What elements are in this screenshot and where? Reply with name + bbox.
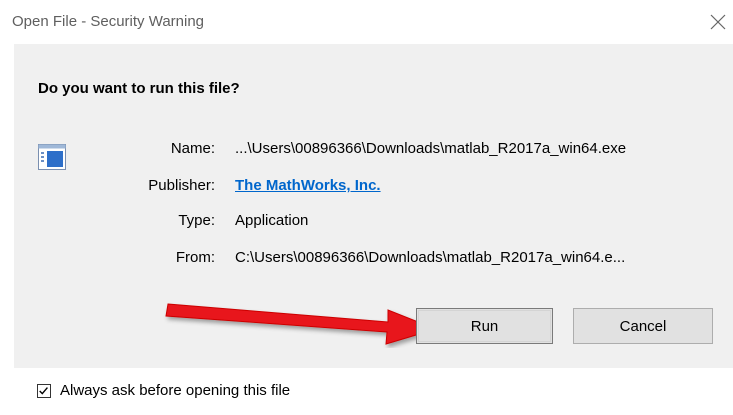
bottom-area: Always ask before opening this file — [0, 368, 733, 415]
type-label: Type: — [178, 212, 215, 229]
type-value: Application — [235, 212, 309, 229]
name-label: Name: — [170, 140, 215, 157]
dialog-content: Do you want to run this file? Name: ...\… — [14, 44, 733, 368]
publisher-label: Publisher: — [148, 177, 215, 194]
publisher-link[interactable]: The MathWorks, Inc. — [235, 177, 381, 194]
always-ask-checkbox[interactable] — [37, 384, 51, 398]
name-value: ...\Users\00896366\Downloads\matlab_R201… — [235, 140, 627, 157]
run-button[interactable]: Run — [416, 308, 553, 344]
dialog-question: Do you want to run this file? — [38, 80, 240, 97]
executable-file-icon — [38, 144, 66, 170]
red-arrow-annotation — [165, 303, 438, 345]
from-value: C:\Users\00896366\Downloads\matlab_R2017… — [235, 249, 626, 266]
always-ask-label[interactable]: Always ask before opening this file — [60, 382, 290, 399]
close-icon[interactable] — [705, 9, 731, 35]
from-label: From: — [175, 249, 215, 266]
checkmark-icon — [39, 387, 48, 395]
window-title: Open File - Security Warning — [12, 13, 205, 30]
cancel-button[interactable]: Cancel — [573, 308, 713, 344]
title-bar: Open File - Security Warning — [0, 0, 733, 44]
